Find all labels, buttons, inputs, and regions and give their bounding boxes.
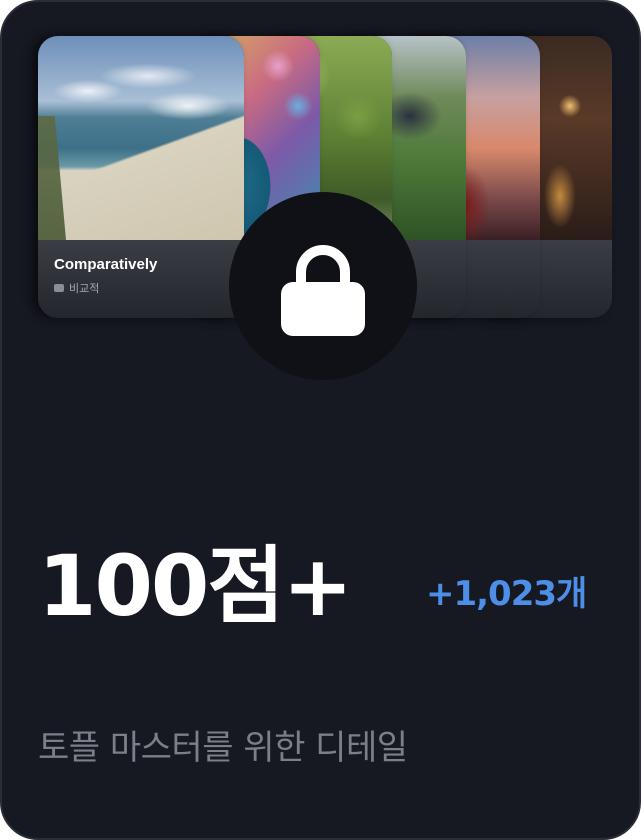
preview-word: Comparatively bbox=[54, 256, 158, 273]
speaker-icon bbox=[54, 284, 64, 292]
tier-description: 토플 마스터를 위한 디테일 bbox=[38, 728, 408, 768]
word-count-delta: +1,023개 bbox=[426, 574, 587, 614]
beach-photo bbox=[38, 36, 244, 240]
preview-translation: 비교적 bbox=[69, 282, 100, 295]
score-headline: 100점+ bbox=[38, 537, 353, 635]
lock-icon bbox=[281, 245, 365, 336]
preview-card-1: Comparatively 비교적 bbox=[38, 36, 244, 318]
vocab-tier-card[interactable]: Comparatively 비교적 100점+ +1,023개 토플 마스터를 … bbox=[0, 0, 641, 840]
preview-translation-row: 비교적 bbox=[54, 280, 99, 296]
lock-badge bbox=[229, 192, 417, 380]
